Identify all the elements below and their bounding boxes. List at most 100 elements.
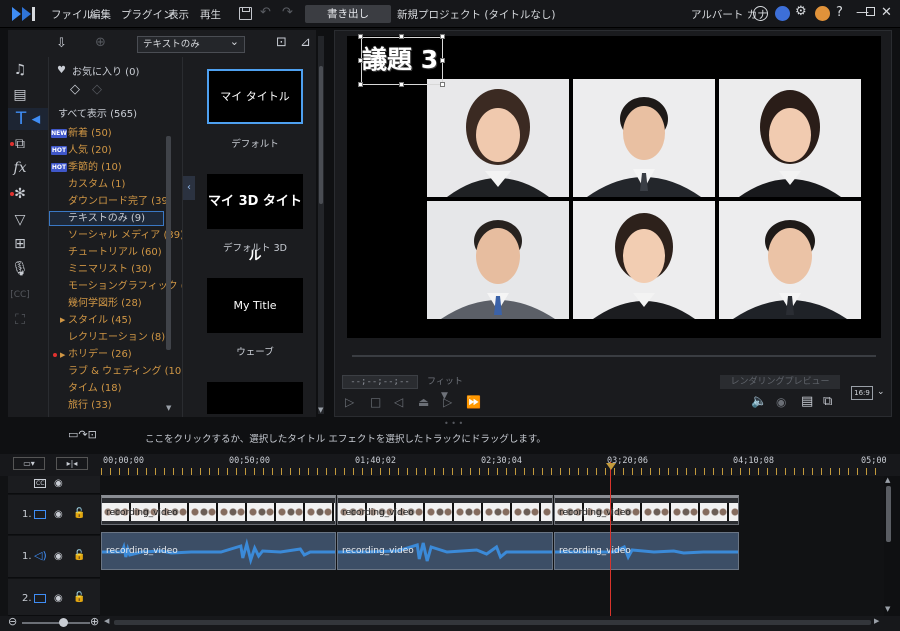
template-default[interactable]: マイ タイトル	[207, 69, 303, 124]
zoom-in-icon[interactable]: ⊕	[90, 615, 99, 628]
preview-quality-icon[interactable]: ▤	[801, 394, 813, 409]
undock-window-icon[interactable]: ⧉	[823, 394, 832, 409]
track-manager-button[interactable]: ▭▾	[13, 457, 45, 470]
category-popular[interactable]: 人気 (20)	[68, 143, 112, 158]
category-custom[interactable]: カスタム (1)	[68, 177, 125, 192]
audio-clip[interactable]: recording_video	[337, 532, 553, 570]
timeline-vertical-scrollbar[interactable]	[886, 486, 891, 542]
playhead-line[interactable]	[610, 462, 611, 616]
zoom-slider[interactable]	[22, 622, 90, 624]
help-icon[interactable]: ?	[836, 5, 843, 20]
zoom-out-icon[interactable]: ⊖	[8, 615, 17, 628]
category-holiday[interactable]: ホリデー (26)	[68, 347, 132, 362]
chevron-down-icon[interactable]: ⌄	[877, 387, 885, 397]
captions-icon[interactable]: [CC]	[9, 284, 31, 306]
fast-forward-icon[interactable]: ⏩	[466, 395, 481, 409]
scroll-right-icon[interactable]: ▶	[874, 617, 879, 625]
filter-dropdown[interactable]: テキストのみ	[137, 34, 245, 53]
visibility-eye-icon[interactable]: ◉	[54, 551, 63, 562]
settings-gear-icon[interactable]: ⚙	[795, 4, 807, 19]
category-travel[interactable]: 旅行 (33)	[68, 398, 112, 413]
category-seasonal[interactable]: 季節的 (10)	[68, 160, 122, 175]
pip-room-icon[interactable]: ▽	[9, 209, 31, 231]
resize-handle[interactable]	[358, 82, 363, 87]
notification-icon[interactable]	[815, 6, 830, 21]
chapter-icon[interactable]: ⛶	[9, 309, 31, 331]
category-recreation[interactable]: レクリエーション (8)	[68, 330, 165, 345]
template-item[interactable]	[207, 382, 303, 414]
scroll-down-icon[interactable]: ▼	[166, 404, 171, 412]
timeline-horizontal-scrollbar[interactable]	[114, 620, 871, 625]
template-scrollbar[interactable]	[319, 66, 323, 204]
lock-icon[interactable]: 🔓	[73, 592, 85, 603]
template-wave[interactable]: My Title	[207, 278, 303, 333]
snapshot-camera-icon[interactable]: ◉	[776, 395, 786, 409]
resize-handle[interactable]	[440, 58, 445, 63]
playhead-handle[interactable]	[606, 463, 616, 470]
preview-seek-bar[interactable]	[352, 355, 876, 357]
resize-handle[interactable]	[358, 34, 363, 39]
save-icon[interactable]	[239, 7, 252, 20]
undo-icon[interactable]: ↶	[260, 5, 271, 20]
storyboard-icon[interactable]: ▤	[9, 84, 31, 106]
fx-room-icon[interactable]: fx	[9, 157, 31, 179]
particle-room-icon[interactable]: ✻	[9, 183, 31, 205]
lock-icon[interactable]: 🔓	[73, 508, 85, 519]
subtitle-room-icon[interactable]: ⊞	[9, 233, 31, 255]
resize-handle[interactable]	[399, 34, 404, 39]
previous-frame-icon[interactable]: ◁	[394, 395, 403, 409]
video-clip[interactable]: recording_video	[337, 495, 553, 525]
expand-arrow-icon[interactable]: ▶	[60, 316, 65, 324]
resize-handle[interactable]	[440, 82, 445, 87]
category-style[interactable]: スタイル (45)	[68, 313, 132, 328]
voiceover-mic-icon[interactable]: 🎙	[9, 258, 31, 280]
video-clip[interactable]: recording_video	[554, 495, 739, 525]
panel-resize-grip[interactable]: • • •	[444, 419, 463, 428]
category-new[interactable]: 新着 (50)	[68, 126, 112, 141]
render-preview-button[interactable]: レンダリングプレビュー	[720, 375, 840, 389]
export-button[interactable]: 書き出し	[305, 5, 391, 23]
template-default-3d[interactable]: マイ 3D タイトル	[207, 174, 303, 264]
resize-handle[interactable]	[399, 82, 404, 87]
add-title-icon[interactable]: ⊡	[276, 35, 287, 50]
menu-view[interactable]: 表示	[168, 7, 189, 22]
collapse-panel-button[interactable]: ‹	[183, 176, 195, 200]
visibility-eye-icon[interactable]: ◉	[54, 593, 63, 604]
timecode-field[interactable]: --;--;--;--	[342, 375, 418, 389]
category-time[interactable]: タイム (18)	[68, 381, 122, 396]
menu-edit[interactable]: 編集	[90, 7, 111, 22]
menu-file[interactable]: ファイル	[51, 7, 93, 22]
aspect-ratio-button[interactable]: 16:9	[851, 386, 873, 400]
transition-room-icon[interactable]: ⧉	[9, 133, 31, 155]
close-icon[interactable]: ✕	[881, 5, 892, 20]
title-room-icon[interactable]: T ◂	[8, 108, 48, 130]
video-clip[interactable]: recording_video	[101, 495, 336, 525]
lock-icon[interactable]: 🔓	[73, 550, 85, 561]
add-tag-icon[interactable]: ◇	[70, 82, 80, 97]
category-scrollbar[interactable]	[166, 136, 171, 350]
title-overlay-text[interactable]: 議題 3	[362, 40, 438, 76]
ai-icon[interactable]	[775, 6, 790, 21]
volume-icon[interactable]: 🔈	[751, 394, 767, 409]
category-downloaded[interactable]: ダウンロード完了 (39)	[68, 194, 172, 209]
menu-playback[interactable]: 再生	[200, 7, 221, 22]
play-icon[interactable]: ▷	[345, 395, 354, 409]
redo-icon[interactable]: ↷	[282, 5, 293, 20]
zoom-slider-knob[interactable]	[59, 618, 68, 627]
split-icon[interactable]: ⏏	[418, 395, 429, 409]
expand-arrow-icon[interactable]: ▶	[60, 351, 65, 359]
edit-title-icon[interactable]: ⊿	[300, 35, 311, 50]
account-icon[interactable]	[753, 6, 768, 21]
category-geometric[interactable]: 幾何学図形 (28)	[68, 296, 142, 311]
scroll-left-icon[interactable]: ◀	[104, 617, 109, 625]
media-room-icon[interactable]: ♫	[9, 59, 31, 81]
remove-tag-icon[interactable]: ◇	[92, 82, 102, 97]
download-template-icon[interactable]: ⊕	[95, 35, 106, 50]
category-minimalist[interactable]: ミニマリスト (30)	[68, 262, 152, 277]
import-icon[interactable]: ⇩	[56, 36, 67, 51]
resize-handle[interactable]	[440, 34, 445, 39]
all-category[interactable]: すべて表示 (565)	[58, 107, 137, 122]
category-love-wedding[interactable]: ラブ & ウェディング (10)	[68, 364, 185, 379]
audio-clip[interactable]: recording_video	[554, 532, 739, 570]
maximize-icon[interactable]	[866, 7, 875, 16]
